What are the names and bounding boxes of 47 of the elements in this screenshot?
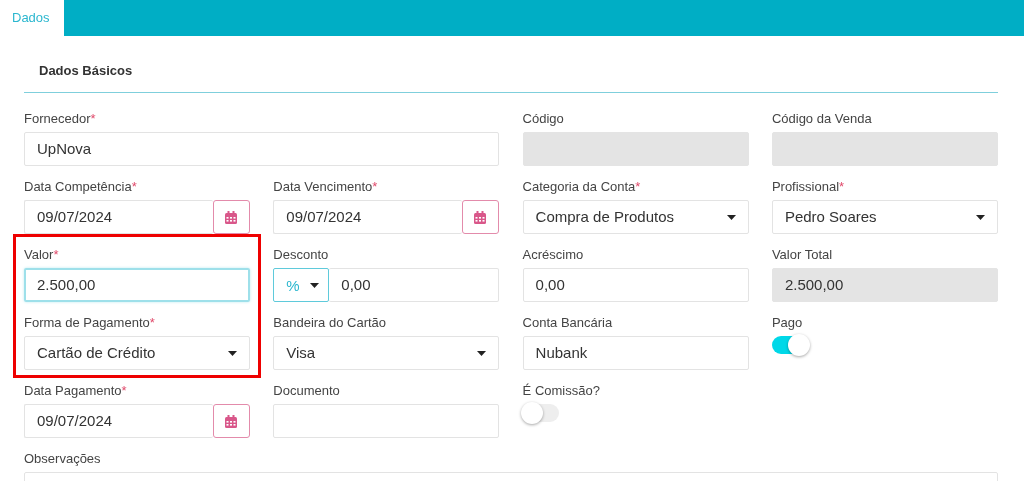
field-label: Profissional* xyxy=(771,178,846,196)
field-label: Fornecedor* xyxy=(24,110,97,128)
input-field[interactable]: 0,00 xyxy=(329,268,500,302)
caret-icon xyxy=(726,214,736,220)
caret-icon xyxy=(975,214,985,220)
field-label: Data Pagamento* xyxy=(24,382,128,400)
field-label: Código da Venda xyxy=(771,110,873,128)
field-label: Desconto xyxy=(273,246,330,264)
toggle-switch[interactable] xyxy=(522,404,559,422)
calendar-icon xyxy=(474,210,488,224)
caret-icon xyxy=(228,350,237,356)
caret-icon xyxy=(477,350,487,356)
select-field[interactable]: Visa xyxy=(273,336,500,370)
date-field[interactable]: 09/07/2024 xyxy=(273,200,463,234)
field-label: Valor Total xyxy=(771,246,834,264)
select-field[interactable]: Compra de Produtos xyxy=(522,200,749,234)
calendar-button[interactable] xyxy=(462,200,500,234)
field-label: É Comissão? xyxy=(522,382,601,400)
section-title: Dados Básicos xyxy=(24,62,998,93)
field-label: Forma de Pagamento* xyxy=(24,314,156,332)
select-field[interactable]: Pedro Soares xyxy=(771,200,998,234)
calendar-icon xyxy=(225,210,238,224)
input-field[interactable]: Nubank xyxy=(522,336,749,370)
field-label: Bandeira do Cartão xyxy=(273,314,388,332)
caret-icon xyxy=(310,282,320,288)
input-field[interactable]: UpNova xyxy=(24,132,500,166)
field-label: Categoria da Conta* xyxy=(522,178,642,196)
field-label: Conta Bancária xyxy=(522,314,614,332)
input-field[interactable]: 2.500,00 xyxy=(24,268,250,302)
calendar-button[interactable] xyxy=(213,200,250,234)
input-field: 2.500,00 xyxy=(771,268,998,302)
toggle-switch[interactable] xyxy=(771,336,808,354)
select-field[interactable]: Cartão de Crédito xyxy=(24,336,250,370)
field-label: Pago xyxy=(771,314,804,332)
date-field[interactable]: 09/07/2024 xyxy=(24,200,213,234)
calendar-button[interactable] xyxy=(213,404,250,438)
input-field[interactable] xyxy=(273,404,500,438)
input-field[interactable]: 0,00 xyxy=(522,268,749,302)
field-label: Acréscimo xyxy=(522,246,585,264)
field-label: Data Vencimento* xyxy=(273,178,379,196)
field-label: Observações xyxy=(24,450,102,468)
calendar-icon xyxy=(225,414,238,428)
field-label: Código xyxy=(522,110,565,128)
field-label: Valor* xyxy=(24,246,60,264)
date-field[interactable]: 09/07/2024 xyxy=(24,404,213,438)
field-label: Data Competência* xyxy=(24,178,138,196)
field-label: Documento xyxy=(273,382,341,400)
